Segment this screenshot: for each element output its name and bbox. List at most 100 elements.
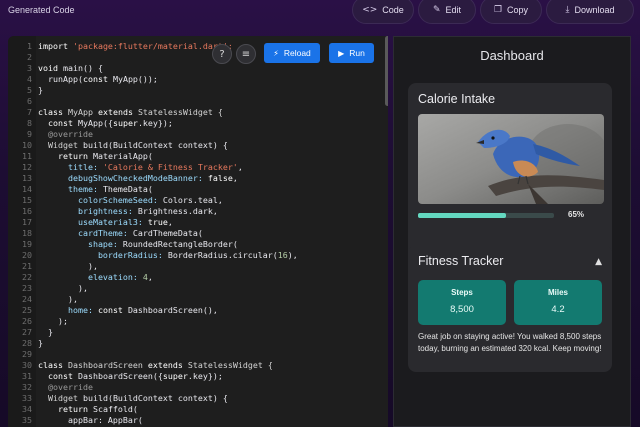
code-token: const [82,74,113,84]
miles-stat: Miles 4.2 [514,280,602,325]
code-token: Widget [38,140,83,150]
fitness-card: Fitness Tracker ▲ Steps 8,500 Miles 4.2 … [408,245,612,372]
code-token: 'Calorie & Fitness Tracker' [102,162,238,172]
code-token: ), [38,261,98,271]
code-token: const [48,371,78,381]
run-button-label: Run [349,48,365,58]
code-token: } [38,338,43,348]
code-token: @override [38,129,93,139]
code-token: false [207,173,233,183]
calorie-progress-bar [418,213,554,218]
code-token: BorderRadius.circular( [167,250,278,260]
code-token: title: [38,162,103,172]
code-token: return [38,404,93,414]
code-token: colorSchemeSeed: [38,195,163,205]
fitness-card-title: Fitness Tracker [418,254,504,268]
copy-icon: ❐ [493,5,503,15]
code-token: build(BuildContext context) { [82,393,228,403]
code-token: super [162,371,188,381]
code-token: runApp( [38,74,83,84]
code-token: true [147,217,168,227]
code-token: import [38,41,73,51]
editor-scrollbar[interactable] [385,36,388,106]
code-token: class [38,107,68,117]
bird-photo [418,114,604,204]
code-token: Scaffold( [92,404,138,414]
code-token: , [232,173,238,183]
code-token: theme: [38,184,103,194]
download-icon: ⤓ [565,5,570,15]
code-icon: <> [362,5,378,15]
code-token: Widget [38,393,83,403]
edit-button-label: Edit [445,5,462,15]
download-button[interactable]: ⤓ Download [546,0,634,24]
bolt-icon: ⚡ [273,48,279,58]
code-token: DashboardScreen({ [77,371,163,381]
code-token: DashboardScreen [67,360,148,370]
code-editor[interactable]: 1 import 'package:flutter/material.dart';… [8,36,388,427]
code-token: elevation: [38,272,143,282]
code-token: return [38,151,93,161]
code-token: ), [38,294,78,304]
copy-button-label: Copy [507,5,529,15]
code-token: MyApp({ [77,118,113,128]
code-token: } [38,327,53,337]
app-title: Generated Code [8,5,75,15]
code-token: class [38,360,68,370]
code-token: Brightness.dark, [137,206,218,216]
code-token: ); [38,316,68,326]
code-token: extends [97,107,138,117]
calorie-card: Calorie Intake 65% [408,83,612,264]
code-token: CardThemeData( [132,228,203,238]
code-token: DashboardScreen(), [127,305,218,315]
code-token: shape: [38,239,123,249]
copy-button[interactable]: ❐ Copy [480,0,542,24]
run-button[interactable]: ▶ Run [329,43,374,63]
chevron-up-icon[interactable]: ▲ [595,257,602,267]
code-token: 16 [277,250,288,260]
download-button-label: Download [574,5,615,15]
code-token: cardTheme: [38,228,133,238]
dashboard-title: Dashboard [480,48,544,63]
fitness-summary: Great job on staying active! You walked … [418,332,602,353]
preview-panel: Dashboard Calorie Intake 65% Fitness Tra… [393,36,631,427]
code-token: home: [38,305,98,315]
code-token: borderRadius: [38,250,168,260]
code-line: 35 appBar: AppBar( [8,414,378,426]
list-icon[interactable]: ≡ [236,44,256,64]
code-token: ), [38,283,88,293]
code-token: useMaterial3: [38,217,148,227]
edit-button[interactable]: ✎ Edit [418,0,476,24]
top-toolbar: Generated Code <> Code ✎ Edit ❐ Copy ⤓ D… [0,0,640,30]
code-token: .key}); [187,371,223,381]
code-token: , [167,217,173,227]
reload-button-label: Reload [283,48,311,58]
code-token: StatelessWidget { [137,107,223,117]
code-token: @override [38,382,93,392]
code-token: brightness: [38,206,138,216]
code-token: super [112,118,138,128]
code-token: MyApp()); [112,74,158,84]
code-token: , [147,272,153,282]
code-button[interactable]: <> Code [352,0,414,24]
code-token: MyApp [67,107,98,117]
help-icon[interactable]: ? [212,44,232,64]
code-token: extends [147,360,188,370]
code-token: appBar: AppBar( [38,415,143,425]
code-token: debugShowCheckedModeBanner: [38,173,208,183]
code-token: } [38,85,43,95]
code-token: ), [287,250,298,260]
code-token: const [97,305,128,315]
code-token: MaterialApp( [92,151,153,161]
miles-value: 4.2 [551,304,565,315]
steps-value: 8,500 [450,304,474,315]
calorie-progress-fill [418,213,507,218]
pencil-icon: ✎ [432,5,441,15]
code-token: void [38,63,63,73]
reload-button[interactable]: ⚡ Reload [264,43,320,63]
code-token: StatelessWidget { [187,360,273,370]
steps-label: Steps [451,288,473,297]
code-token: ThemeData( [102,184,153,194]
